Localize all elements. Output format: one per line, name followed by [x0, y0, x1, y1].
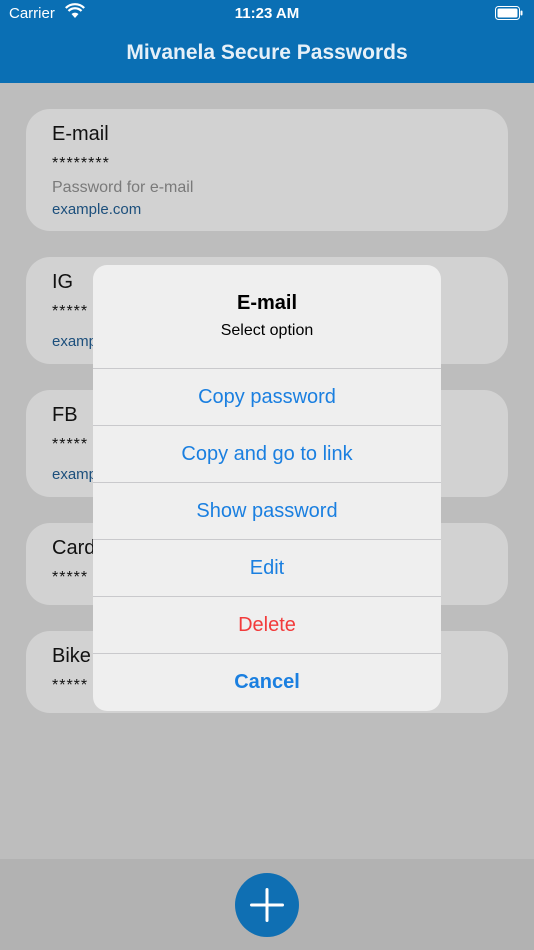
entry-description: Password for e-mail: [52, 179, 194, 196]
show-password-button[interactable]: Show password: [93, 482, 441, 539]
copy-and-go-to-link-button[interactable]: Copy and go to link: [93, 425, 441, 482]
entry-name: E-mail: [52, 123, 109, 145]
dialog-subtitle: Select option: [220, 322, 314, 339]
entry-name: Bike: [52, 645, 91, 667]
plus-icon: [250, 888, 284, 922]
status-bar: Carrier 11:23 AM: [0, 0, 534, 28]
entry-link[interactable]: examp: [52, 466, 97, 483]
dialog-title: E-mail: [236, 292, 298, 314]
battery-icon: [495, 6, 523, 20]
edit-button[interactable]: Edit: [93, 539, 441, 596]
entry-name: Card: [52, 537, 96, 559]
entry-name: IG: [52, 271, 74, 293]
entry-link[interactable]: example.com: [52, 201, 141, 218]
navigation-bar: Carrier 11:23 AM Mivanela Secure Passwor…: [0, 0, 534, 83]
cancel-button[interactable]: Cancel: [93, 653, 441, 710]
entry-password: *****: [52, 303, 89, 320]
entry-password: *****: [52, 677, 89, 694]
entry-password: *****: [52, 569, 89, 586]
delete-button[interactable]: Delete: [93, 596, 441, 653]
app-title: Mivanela Secure Passwords: [126, 41, 408, 64]
options-dialog: E-mail Select option Copy password Copy …: [93, 265, 441, 711]
entry-link[interactable]: examp: [52, 333, 97, 350]
password-entry-email[interactable]: E-mail ******** Password for e-mail exam…: [26, 109, 508, 231]
entry-password: *****: [52, 436, 89, 453]
entry-name: FB: [52, 404, 78, 426]
entry-password: ********: [52, 155, 110, 172]
clock: 11:23 AM: [234, 5, 300, 22]
copy-password-button[interactable]: Copy password: [93, 368, 441, 425]
add-entry-button[interactable]: [235, 873, 299, 937]
